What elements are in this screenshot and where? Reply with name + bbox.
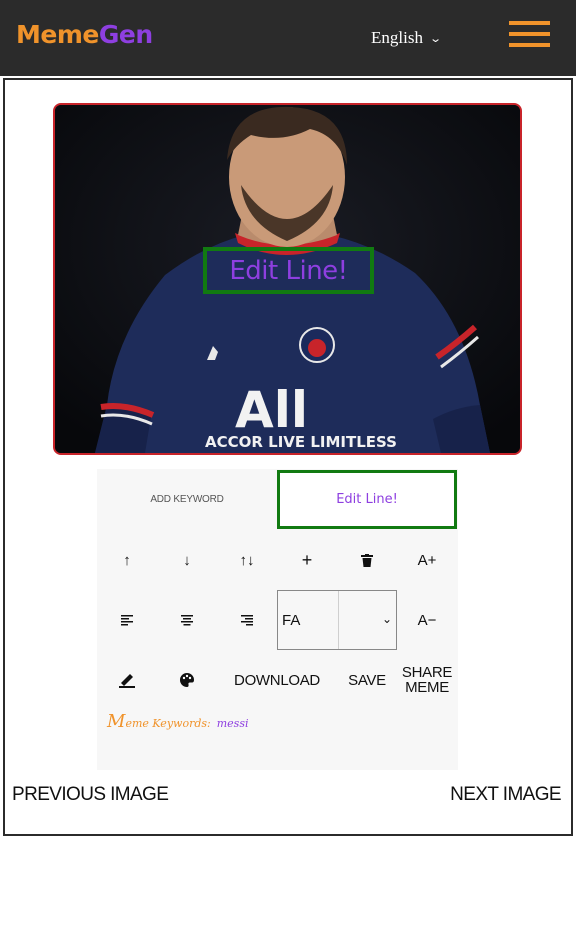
brush-icon — [119, 674, 135, 688]
fill-color-button[interactable] — [157, 650, 217, 710]
meme-editor-panel: ADD KEYWORD Edit Line! ↑ ↓ ↑↓ + A+ FA ⌄ — [97, 469, 458, 770]
svg-text:ACCOR LIVE LIMITLESS: ACCOR LIVE LIMITLESS — [205, 433, 397, 451]
share-label-line1: SHARE — [401, 664, 453, 681]
add-keyword-button[interactable]: ADD KEYWORD — [97, 469, 277, 529]
next-image-button[interactable]: NEXT IMAGE — [450, 784, 561, 806]
align-right-icon — [241, 614, 253, 625]
keyword-item[interactable]: messi — [217, 717, 249, 730]
align-left-button[interactable] — [97, 590, 157, 650]
palette-icon — [180, 673, 194, 687]
hamburger-menu-icon[interactable] — [509, 21, 550, 47]
align-center-icon — [181, 614, 193, 625]
svg-text:All: All — [235, 381, 308, 439]
share-label-line2: MEME — [405, 679, 449, 696]
chevron-down-icon: ⌄ — [429, 32, 443, 45]
stroke-color-button[interactable] — [97, 650, 157, 710]
decrease-font-button[interactable]: A− — [397, 590, 457, 650]
memegen-logo[interactable]: MemeGen — [16, 20, 153, 49]
meme-line-text: Edit Line! — [229, 255, 348, 286]
language-label: English — [371, 28, 423, 47]
move-line-down-button[interactable]: ↓ — [157, 530, 217, 590]
save-button[interactable]: SAVE — [337, 650, 397, 710]
switch-lines-button[interactable]: ↑↓ — [217, 530, 277, 590]
previous-image-button[interactable]: PREVIOUS IMAGE — [12, 784, 169, 806]
move-line-up-button[interactable]: ↑ — [97, 530, 157, 590]
trash-icon — [361, 553, 373, 567]
meme-canvas[interactable]: All ACCOR LIVE LIMITLESS Edit Line! — [53, 103, 522, 455]
align-right-button[interactable] — [217, 590, 277, 650]
increase-font-button[interactable]: A+ — [397, 530, 457, 590]
align-left-icon — [121, 614, 133, 625]
logo-part-gen: Gen — [98, 20, 153, 49]
download-button[interactable]: DOWNLOAD — [217, 650, 337, 710]
share-meme-button[interactable]: SHARE MEME — [397, 650, 457, 710]
text-line-box[interactable]: Edit Line! — [203, 247, 374, 294]
font-family-select[interactable]: FA ⌄ — [277, 590, 397, 650]
language-select[interactable]: English ⌄ — [371, 28, 443, 48]
meme-keywords: Meme Keywords: messi — [107, 711, 248, 732]
keywords-title: Meme Keywords: — [107, 711, 211, 732]
line-text-input[interactable]: Edit Line! — [277, 470, 457, 529]
logo-part-meme: Meme — [16, 20, 99, 49]
add-line-button[interactable]: + — [277, 530, 337, 590]
delete-line-button[interactable] — [337, 530, 397, 590]
app-header: MemeGen English ⌄ — [0, 0, 576, 76]
align-center-button[interactable] — [157, 590, 217, 650]
chevron-down-icon: ⌄ — [381, 612, 392, 626]
font-select-value: FA — [282, 611, 301, 629]
